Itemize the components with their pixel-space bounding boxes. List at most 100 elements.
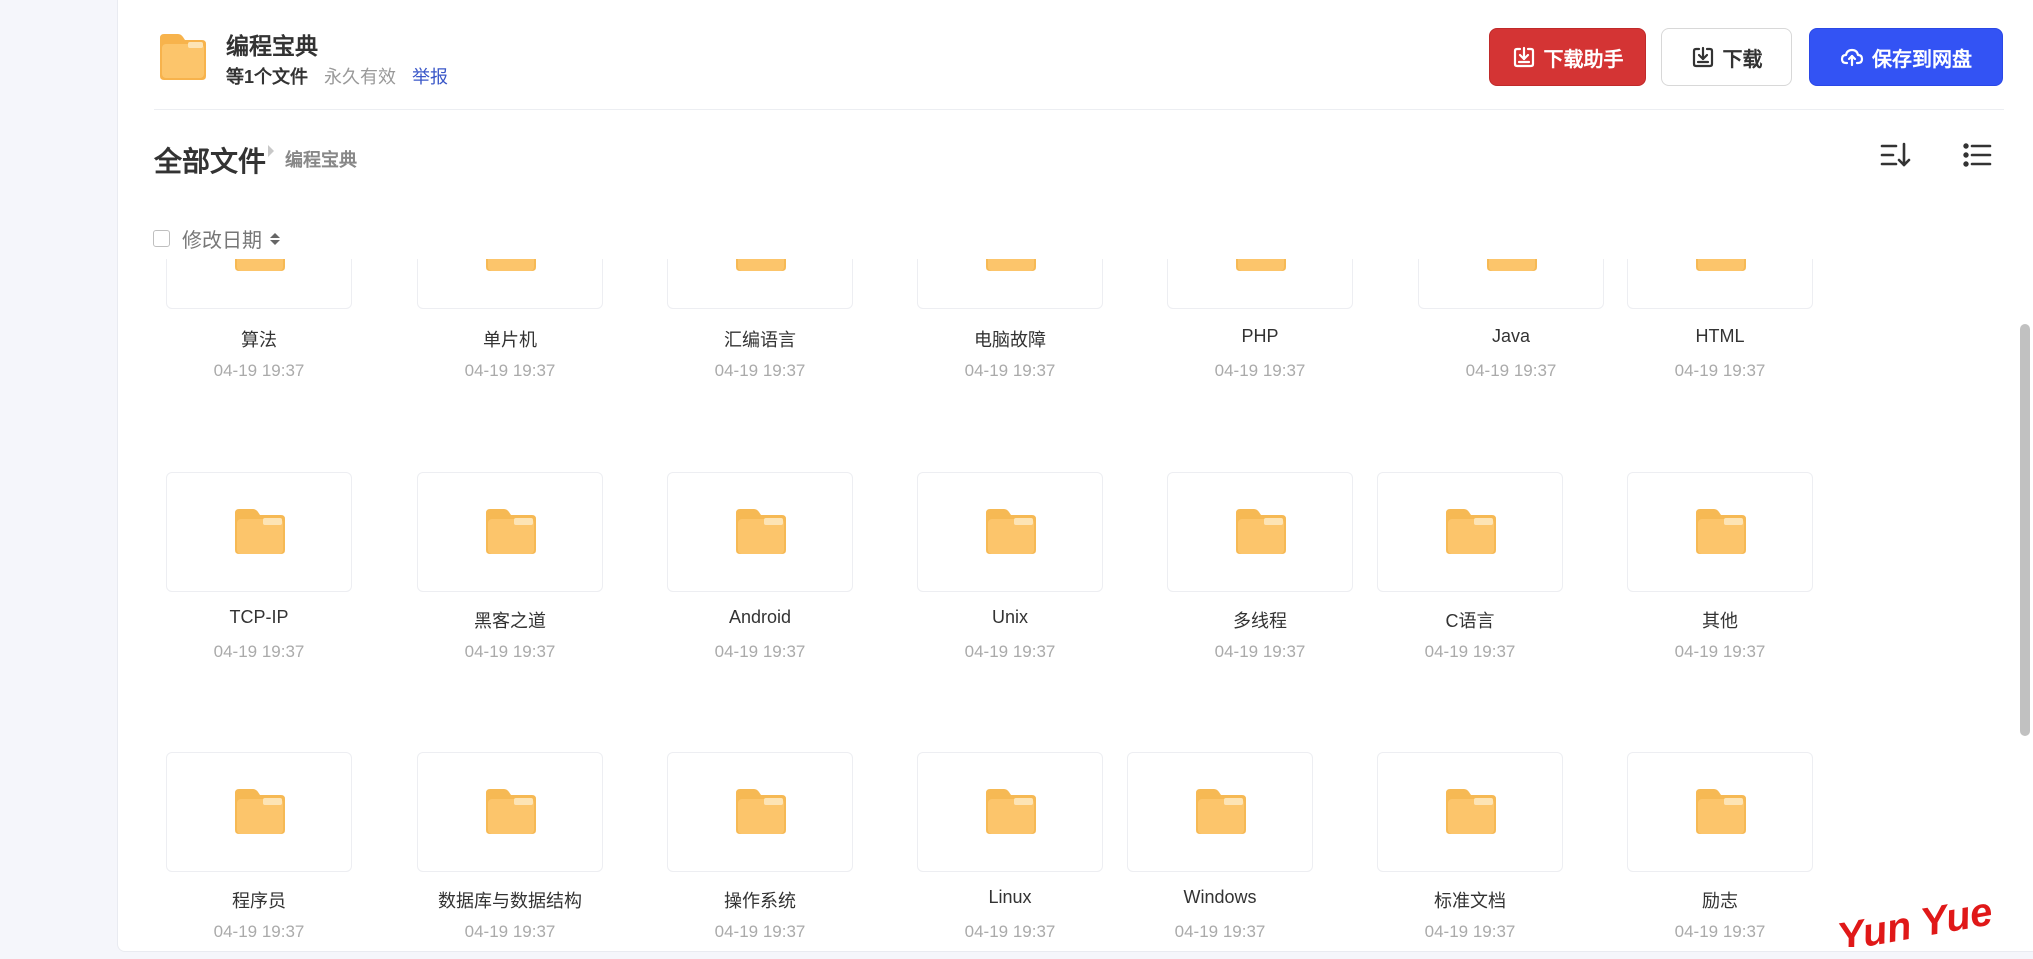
- validity-text: 永久有效: [324, 67, 397, 87]
- folder-icon: [486, 259, 536, 271]
- folder-tile[interactable]: [917, 472, 1103, 592]
- folder-icon: [486, 509, 536, 554]
- folder-name[interactable]: 黑客之道: [380, 607, 640, 633]
- folder-icon: [1236, 509, 1286, 554]
- folder-tile[interactable]: [1167, 472, 1353, 592]
- folder-date: 04-19 19:37: [1674, 361, 1766, 380]
- folder-date: 04-19 19:37: [213, 642, 305, 661]
- cloud-upload-icon: [1840, 48, 1864, 67]
- header-divider: [154, 109, 2004, 110]
- sort-list-icon[interactable]: [1879, 139, 1911, 171]
- save-to-drive-label: 保存到网盘: [1872, 48, 1972, 71]
- folder-name[interactable]: PHP: [1130, 326, 1390, 347]
- folder-tile[interactable]: [1377, 472, 1563, 592]
- folder-tile[interactable]: [1127, 752, 1313, 872]
- folder-date: 04-19 19:37: [464, 361, 556, 380]
- folder-name[interactable]: 其他: [1590, 607, 1850, 633]
- folder-name[interactable]: Unix: [880, 607, 1140, 628]
- folder-icon: [986, 259, 1036, 271]
- folder-icon: [235, 509, 285, 554]
- folder-icon: [986, 509, 1036, 554]
- scrollbar-thumb[interactable]: [2020, 324, 2030, 736]
- folder-name[interactable]: 电脑故障: [880, 326, 1140, 352]
- sort-by-date[interactable]: 修改日期: [182, 224, 262, 253]
- folder-name[interactable]: Android: [630, 607, 890, 628]
- folder-tile[interactable]: [166, 472, 352, 592]
- folder-date: 04-19 19:37: [1424, 642, 1516, 661]
- folder-icon: [736, 789, 786, 834]
- watermark: Yun Yue: [1834, 889, 1996, 947]
- folder-name[interactable]: 单片机: [380, 326, 640, 352]
- folder-icon: [160, 34, 206, 80]
- folder-tile[interactable]: [166, 752, 352, 872]
- sort-arrows-icon[interactable]: [270, 232, 280, 245]
- folder-name[interactable]: 程序员: [129, 887, 389, 913]
- folder-tile[interactable]: [1627, 752, 1813, 872]
- folder-tile[interactable]: [667, 259, 853, 309]
- folder-tile[interactable]: [417, 472, 603, 592]
- folder-name[interactable]: 汇编语言: [630, 326, 890, 352]
- folder-date: 04-19 19:37: [1214, 361, 1306, 380]
- folder-icon: [235, 789, 285, 834]
- folder-date: 04-19 19:37: [1174, 922, 1266, 941]
- folder-tile[interactable]: [1377, 752, 1563, 872]
- folder-name[interactable]: C语言: [1340, 607, 1600, 633]
- folder-icon: [1446, 509, 1496, 554]
- folder-name[interactable]: 标准文档: [1340, 887, 1600, 913]
- folder-icon: [1236, 259, 1286, 271]
- folder-name[interactable]: Windows: [1090, 887, 1350, 908]
- download-helper-button[interactable]: 下载助手: [1489, 28, 1646, 86]
- folder-name[interactable]: 励志: [1590, 887, 1850, 913]
- file-count: 等1个文件: [226, 67, 309, 87]
- select-all-checkbox[interactable]: [153, 230, 170, 247]
- folder-date: 04-19 19:37: [964, 361, 1056, 380]
- folder-tile[interactable]: [417, 752, 603, 872]
- folder-icon: [486, 789, 536, 834]
- download-button[interactable]: 下载: [1661, 28, 1792, 86]
- folder-icon: [1696, 789, 1746, 834]
- folder-name[interactable]: 操作系统: [630, 887, 890, 913]
- folder-icon: [1196, 789, 1246, 834]
- folder-icon: [736, 509, 786, 554]
- folder-name[interactable]: 算法: [129, 326, 389, 352]
- folder-date: 04-19 19:37: [213, 361, 305, 380]
- folder-icon: [1446, 789, 1496, 834]
- breadcrumb-root[interactable]: 全部文件: [154, 140, 266, 180]
- folder-date: 04-19 19:37: [464, 922, 556, 941]
- save-to-drive-button[interactable]: 保存到网盘: [1809, 28, 2003, 86]
- list-view-icon[interactable]: [1961, 139, 1993, 171]
- share-panel: 编程宝典 等1个文件 永久有效 举报 下载助手 下载 保存到网盘 全部文件 编程…: [117, 0, 2033, 952]
- folder-name[interactable]: HTML: [1590, 326, 1850, 347]
- folder-tile[interactable]: [1627, 259, 1813, 309]
- watermark-text: Yun Yue: [1834, 889, 1996, 947]
- folder-icon: [1696, 509, 1746, 554]
- folder-tile[interactable]: [917, 259, 1103, 309]
- folder-tile[interactable]: [1418, 259, 1604, 309]
- folder-icon: [235, 259, 285, 271]
- folder-date: 04-19 19:37: [1424, 922, 1516, 941]
- folder-date: 04-19 19:37: [714, 922, 806, 941]
- folder-tile[interactable]: [917, 752, 1103, 872]
- breadcrumb-separator: [268, 145, 274, 157]
- folder-date: 04-19 19:37: [213, 922, 305, 941]
- folder-tile[interactable]: [667, 752, 853, 872]
- folder-tile[interactable]: [667, 472, 853, 592]
- breadcrumb-current: 编程宝典: [285, 150, 357, 170]
- folder-date: 04-19 19:37: [1674, 642, 1766, 661]
- download-box-icon: [1692, 46, 1713, 68]
- folder-name[interactable]: 数据库与数据结构: [380, 887, 640, 913]
- folder-tile[interactable]: [166, 259, 352, 309]
- folder-icon: [736, 259, 786, 271]
- folder-date: 04-19 19:37: [714, 361, 806, 380]
- folder-date: 04-19 19:37: [714, 642, 806, 661]
- folder-date: 04-19 19:37: [964, 642, 1056, 661]
- file-grid: 算法 04-19 19:37 单片机 04-19 19:37 汇编语言 04-1…: [118, 259, 2033, 951]
- folder-tile[interactable]: [1627, 472, 1813, 592]
- folder-tile[interactable]: [417, 259, 603, 309]
- download-box-icon: [1513, 46, 1534, 68]
- report-link[interactable]: 举报: [412, 63, 448, 89]
- folder-icon: [1487, 259, 1537, 271]
- folder-name[interactable]: TCP-IP: [129, 607, 389, 628]
- download-label: 下载: [1722, 48, 1763, 71]
- folder-tile[interactable]: [1167, 259, 1353, 309]
